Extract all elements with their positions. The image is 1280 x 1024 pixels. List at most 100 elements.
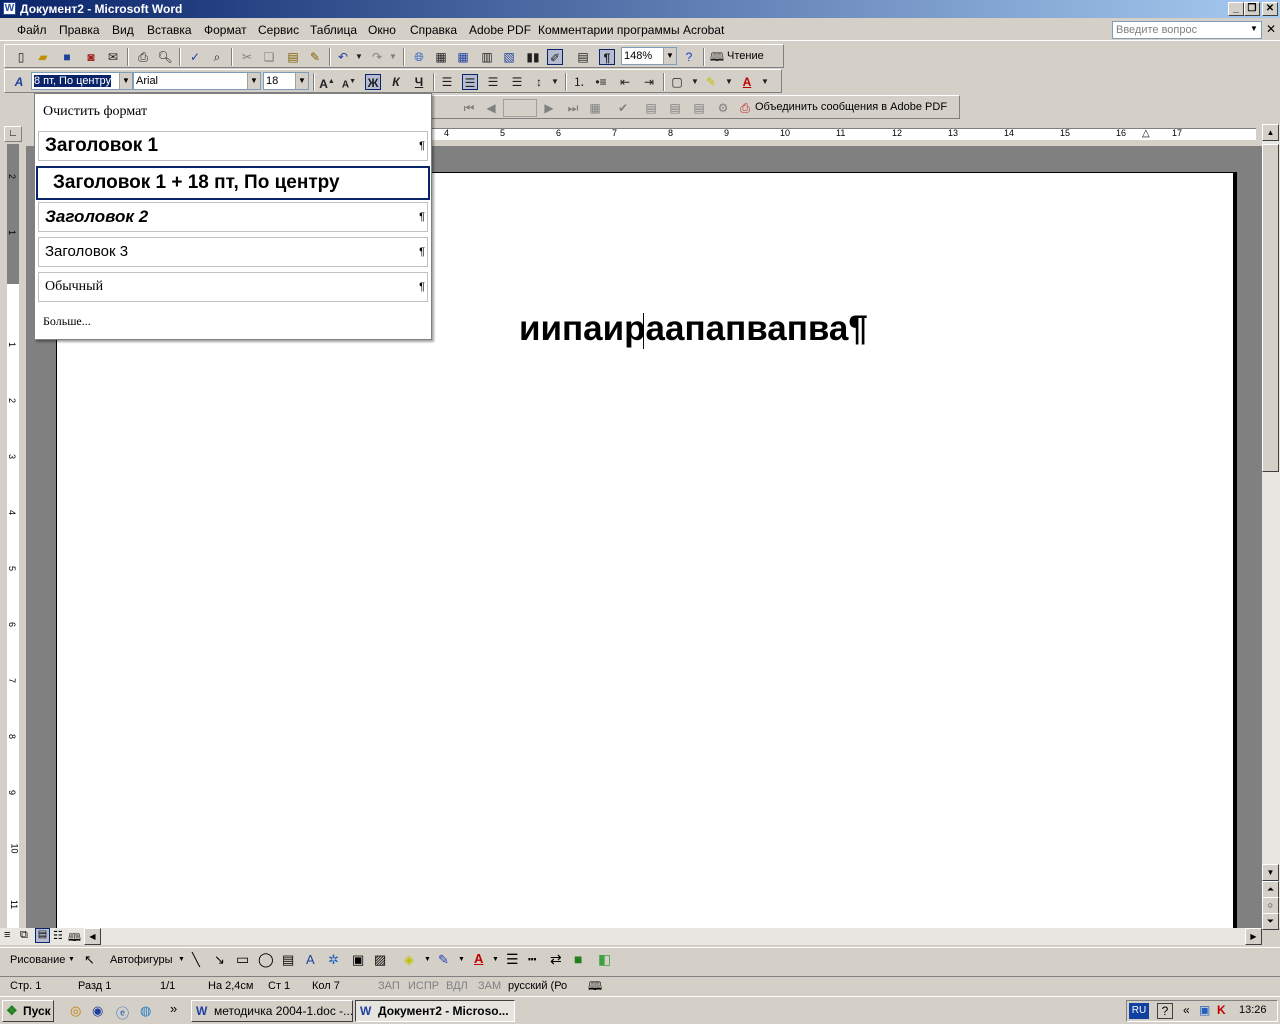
styles-formatting-icon[interactable]: A bbox=[11, 74, 27, 90]
line-spacing-dropdown-icon[interactable]: ▼ bbox=[547, 74, 563, 90]
font-dropdown-arrow-icon[interactable]: ▼ bbox=[247, 73, 260, 89]
oval-tool-icon[interactable]: ◯ bbox=[258, 951, 274, 968]
cut-icon[interactable]: ✂ bbox=[239, 49, 255, 65]
spelling-icon[interactable]: ✓ bbox=[187, 49, 203, 65]
permission-icon[interactable]: ◙ bbox=[83, 49, 99, 65]
scroll-up-icon[interactable]: ▲ bbox=[1262, 124, 1279, 141]
italic-button[interactable]: К bbox=[388, 74, 404, 90]
task-document2[interactable]: W Документ2 - Microso... bbox=[355, 1000, 515, 1022]
drawing-menu-button[interactable]: Рисование bbox=[10, 954, 65, 966]
zoom-dropdown-arrow-icon[interactable]: ▼ bbox=[663, 48, 676, 64]
menu-file[interactable]: Файл bbox=[17, 23, 47, 37]
first-record-icon[interactable]: ⏮ bbox=[461, 100, 477, 116]
fill-color-arrow-icon[interactable]: ▼ bbox=[424, 956, 431, 963]
merge-to-adobe-pdf-button[interactable]: Объединить сообщения в Adobe PDF bbox=[755, 101, 947, 113]
paste-icon[interactable]: ▤ bbox=[285, 49, 301, 65]
menu-window[interactable]: Окно bbox=[368, 23, 396, 37]
open-folder-icon[interactable]: ▰ bbox=[35, 49, 51, 65]
align-right-icon[interactable]: ☰ bbox=[485, 74, 501, 90]
line-tool-icon[interactable]: ╲ bbox=[192, 952, 200, 968]
drawing-menu-arrow-icon[interactable]: ▼ bbox=[68, 956, 75, 963]
check-errors-icon[interactable]: ✔ bbox=[615, 100, 631, 116]
style-heading2-item[interactable]: Заголовок 2 ¶ bbox=[38, 202, 428, 232]
quicklaunch-more-icon[interactable]: » bbox=[170, 1001, 177, 1016]
redo-icon[interactable]: ↷ bbox=[369, 49, 385, 65]
undo-icon[interactable]: ↶ bbox=[335, 49, 351, 65]
previous-record-icon[interactable]: ◀ bbox=[483, 100, 499, 116]
menu-format[interactable]: Формат bbox=[204, 23, 247, 37]
tab-selector-icon[interactable]: ∟ bbox=[4, 126, 22, 142]
zoom-combo[interactable]: 148% ▼ bbox=[621, 47, 677, 65]
grow-font-icon[interactable]: A▲ bbox=[319, 74, 335, 91]
save-icon[interactable]: ■ bbox=[59, 49, 75, 65]
task-methodichka[interactable]: W методичка 2004-1.doc -... bbox=[191, 1000, 353, 1022]
language-indicator[interactable]: RU bbox=[1129, 1003, 1149, 1019]
increase-indent-icon[interactable]: ⇥ bbox=[641, 74, 657, 90]
redo-dropdown-icon[interactable]: ▼ bbox=[385, 49, 401, 65]
style-combo[interactable]: 8 пт, По центру ▼ bbox=[31, 72, 133, 90]
previous-page-icon[interactable]: ⏶ bbox=[1262, 881, 1279, 898]
quicklaunch-outlook-icon[interactable]: ◍ bbox=[140, 1003, 151, 1019]
highlight-icon[interactable]: ✎ bbox=[703, 74, 719, 90]
document-heading-text[interactable]: иипаираапапвапва¶ bbox=[519, 309, 868, 349]
align-center-icon[interactable]: ☰ bbox=[462, 74, 478, 90]
merge-fax-icon[interactable]: ⚙ bbox=[715, 100, 731, 116]
style-heading3-item[interactable]: Заголовок 3 ¶ bbox=[38, 237, 428, 267]
font-combo[interactable]: Arial ▼ bbox=[133, 72, 261, 90]
print-preview-icon[interactable]: 🔍︎ bbox=[157, 49, 173, 65]
insert-table-icon[interactable]: ▦ bbox=[455, 49, 471, 65]
line-style-icon[interactable]: ☰ bbox=[506, 951, 519, 968]
normal-view-icon[interactable]: ≡ bbox=[4, 929, 10, 941]
find-entry-icon[interactable]: ▦ bbox=[587, 100, 603, 116]
vertical-scrollbar[interactable]: ▲ ▼ ⏶ ○ ⏷ bbox=[1262, 124, 1280, 930]
tables-borders-icon[interactable]: ▦ bbox=[433, 49, 449, 65]
status-overtype[interactable]: ЗАМ bbox=[478, 979, 501, 993]
status-extend[interactable]: ВДЛ bbox=[446, 979, 468, 993]
print-layout-view-icon[interactable]: ▤ bbox=[35, 928, 50, 943]
restore-button[interactable]: ❐ bbox=[1244, 2, 1260, 16]
scroll-right-icon[interactable]: ▶ bbox=[1245, 928, 1262, 945]
underline-button[interactable]: Ч bbox=[411, 74, 427, 90]
help-dropdown-arrow-icon[interactable]: ▼ bbox=[1250, 24, 1258, 33]
justify-icon[interactable]: ☰ bbox=[509, 74, 525, 90]
rectangle-tool-icon[interactable]: ▭ bbox=[236, 951, 249, 968]
merge-new-doc-icon[interactable]: ▤ bbox=[643, 100, 659, 116]
email-icon[interactable]: ✉ bbox=[105, 49, 121, 65]
numbering-icon[interactable]: ⒈ bbox=[571, 74, 587, 90]
style-dropdown-arrow-icon[interactable]: ▼ bbox=[119, 73, 132, 89]
menu-insert[interactable]: Вставка bbox=[147, 23, 192, 37]
autoshapes-arrow-icon[interactable]: ▼ bbox=[178, 956, 185, 963]
3d-style-icon[interactable]: ◧ bbox=[598, 951, 611, 968]
vertical-ruler[interactable]: 2 1 1 2 3 4 5 6 7 8 9 10 11 bbox=[4, 144, 22, 928]
menu-table[interactable]: Таблица bbox=[310, 23, 357, 37]
merge-email-icon[interactable]: ▤ bbox=[691, 100, 707, 116]
shrink-font-icon[interactable]: A▼ bbox=[341, 74, 357, 90]
line-color-icon[interactable]: ✎ bbox=[438, 952, 449, 968]
columns-icon[interactable]: ▧ bbox=[501, 49, 517, 65]
dash-style-icon[interactable]: ┅ bbox=[528, 951, 536, 968]
menu-edit[interactable]: Правка bbox=[59, 23, 100, 37]
font-color-icon[interactable]: A bbox=[739, 74, 755, 90]
new-document-icon[interactable]: ▯ bbox=[13, 49, 29, 65]
web-view-icon[interactable]: ⧉ bbox=[20, 929, 28, 942]
fill-color-icon[interactable]: ◈ bbox=[404, 952, 414, 968]
word-app-icon[interactable]: W bbox=[3, 2, 16, 15]
autoshapes-menu-button[interactable]: Автофигуры bbox=[110, 954, 173, 966]
status-track-changes[interactable]: ИСПР bbox=[408, 979, 439, 993]
antivirus-tray-icon[interactable]: K bbox=[1217, 1003, 1226, 1017]
network-tray-icon[interactable]: ▣ bbox=[1199, 1003, 1210, 1017]
record-number-field[interactable] bbox=[503, 99, 537, 117]
font-color-draw-arrow-icon[interactable]: ▼ bbox=[492, 956, 499, 963]
undo-dropdown-icon[interactable]: ▼ bbox=[351, 49, 367, 65]
next-page-icon[interactable]: ⏷ bbox=[1262, 913, 1279, 930]
font-color-draw-icon[interactable]: A bbox=[474, 951, 483, 966]
hyperlink-icon[interactable]: 🌐︎ bbox=[411, 49, 427, 65]
select-objects-icon[interactable]: ↖ bbox=[84, 952, 95, 968]
help-tray-icon[interactable]: ? bbox=[1157, 1003, 1173, 1019]
highlight-dropdown-icon[interactable]: ▼ bbox=[721, 74, 737, 90]
wordart-icon[interactable]: A bbox=[306, 952, 315, 967]
font-size-dropdown-arrow-icon[interactable]: ▼ bbox=[295, 73, 308, 89]
help-question-input[interactable]: Введите вопрос bbox=[1112, 21, 1262, 39]
menu-tools[interactable]: Сервис bbox=[258, 23, 299, 37]
drawing-toggle-icon[interactable]: ✐ bbox=[547, 49, 563, 65]
